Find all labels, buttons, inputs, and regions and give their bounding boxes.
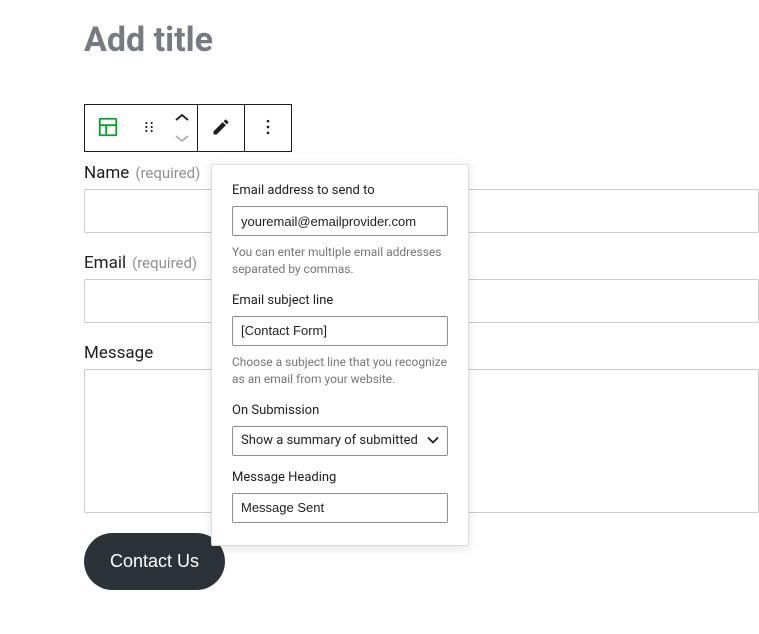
- move-down-button[interactable]: [175, 131, 189, 146]
- toolbar-group-more: [245, 105, 291, 151]
- toolbar-group-edit: [198, 105, 245, 151]
- form-settings-popover: Email address to send to You can enter m…: [211, 164, 469, 546]
- send-to-help: You can enter multiple email addresses s…: [232, 244, 448, 279]
- page-title[interactable]: Add title: [84, 20, 213, 60]
- form-block-icon: [97, 116, 119, 141]
- mover-buttons: [167, 110, 197, 146]
- pencil-icon: [211, 117, 231, 140]
- edit-button[interactable]: [198, 105, 244, 151]
- move-up-button[interactable]: [175, 110, 189, 125]
- subject-help: Choose a subject line that you recognize…: [232, 354, 448, 389]
- name-label-text: Name: [84, 163, 129, 183]
- on-submission-select[interactable]: Show a summary of submitted: [232, 426, 448, 456]
- send-to-label: Email address to send to: [232, 183, 448, 198]
- block-toolbar: [84, 104, 292, 152]
- message-heading-label: Message Heading: [232, 470, 448, 485]
- block-type-button[interactable]: [85, 105, 131, 151]
- message-heading-input[interactable]: [232, 493, 448, 523]
- email-label-text: Email: [84, 253, 126, 273]
- submit-button[interactable]: Contact Us: [84, 533, 225, 590]
- email-required-tag: (required): [132, 254, 197, 272]
- drag-handle-button[interactable]: [131, 105, 167, 151]
- name-required-tag: (required): [135, 164, 200, 182]
- message-label-text: Message: [84, 343, 153, 363]
- toolbar-group-block: [85, 105, 198, 151]
- subject-input[interactable]: [232, 316, 448, 346]
- more-options-button[interactable]: [245, 105, 291, 151]
- subject-label: Email subject line: [232, 293, 448, 308]
- on-submission-value: Show a summary of submitted: [241, 433, 418, 448]
- chevron-down-icon: [175, 131, 189, 146]
- more-vertical-icon: [258, 117, 278, 140]
- on-submission-label: On Submission: [232, 403, 448, 418]
- chevron-down-icon: [427, 433, 439, 448]
- send-to-input[interactable]: [232, 206, 448, 236]
- chevron-up-icon: [175, 110, 189, 125]
- drag-handle-icon: [141, 119, 157, 138]
